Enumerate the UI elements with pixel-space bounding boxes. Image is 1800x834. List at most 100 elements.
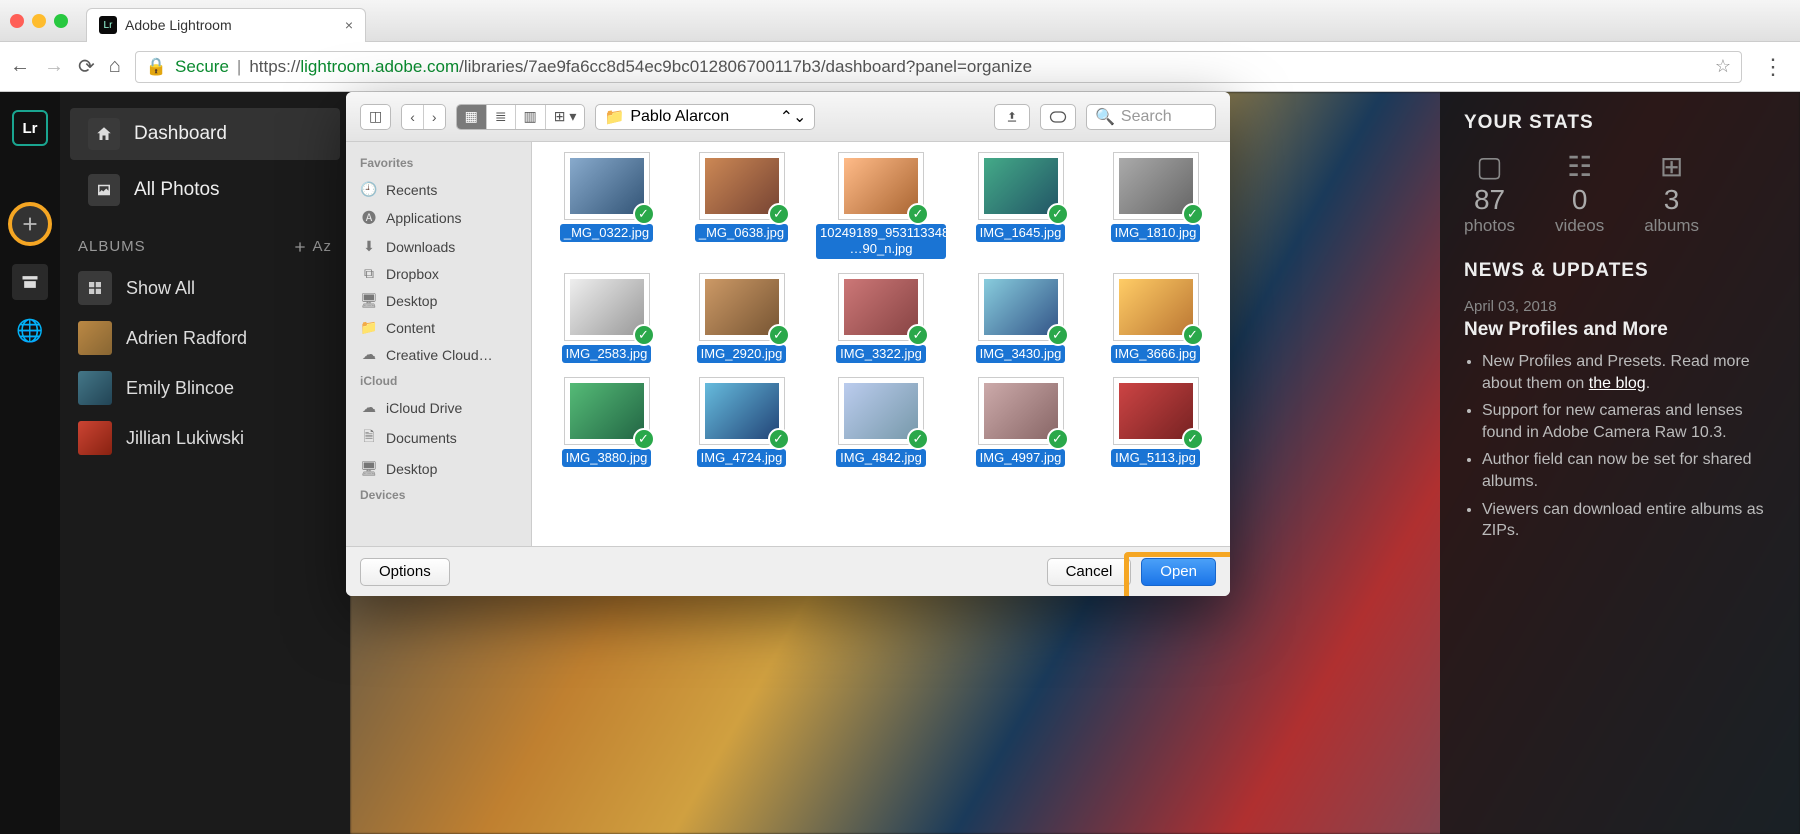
file-item[interactable]: ✓_MG_0638.jpg <box>681 152 802 259</box>
selected-check-icon: ✓ <box>907 203 929 225</box>
sidebar-item[interactable]: 📁Content <box>346 314 531 341</box>
path-dropdown[interactable]: 📁Pablo Alarcon ⌃⌄ <box>595 104 815 130</box>
selected-check-icon: ✓ <box>768 324 790 346</box>
sidebar-toggle[interactable]: ◫ <box>360 104 391 130</box>
tag-icon <box>1048 110 1068 124</box>
nav-dashboard[interactable]: Dashboard <box>70 108 340 160</box>
web-icon[interactable]: 🌐 <box>16 318 43 344</box>
sidebar-item-icon: ☁ <box>360 399 378 416</box>
url-text: https://lightroom.adobe.com/libraries/7a… <box>249 57 1032 77</box>
home-icon[interactable]: ⌂ <box>109 55 121 78</box>
close-window-button[interactable] <box>10 14 24 28</box>
view-mode-segment: ▦ ≣ ▥ ⊞ ▾ <box>456 104 586 130</box>
album-item[interactable]: Emily Blincoe <box>60 363 350 413</box>
cancel-button[interactable]: Cancel <box>1047 558 1132 586</box>
file-item[interactable]: ✓IMG_1810.jpg <box>1095 152 1216 259</box>
add-photos-button[interactable] <box>8 202 52 246</box>
file-name: IMG_4842.jpg <box>836 449 926 467</box>
dialog-search[interactable]: 🔍 Search <box>1086 104 1216 130</box>
sidebar-item[interactable]: 🖥Desktop <box>346 287 531 314</box>
nav-label: All Photos <box>134 179 220 201</box>
back-icon[interactable]: ← <box>10 55 30 78</box>
file-thumbnail: ✓ <box>1113 273 1199 341</box>
news-item: Viewers can download entire albums as ZI… <box>1482 499 1776 542</box>
gallery-view-button[interactable]: ⊞ ▾ <box>546 105 585 129</box>
tags-button[interactable] <box>1040 104 1076 130</box>
albums-sort-icon[interactable]: Az <box>292 238 332 255</box>
file-name: 10249189_953113348039…90_n.jpg <box>816 224 946 259</box>
open-button[interactable]: Open <box>1141 558 1216 586</box>
file-thumbnail: ✓ <box>978 377 1064 445</box>
file-item[interactable]: ✓IMG_3430.jpg <box>960 273 1081 363</box>
icon-view-button[interactable]: ▦ <box>457 105 487 129</box>
options-button[interactable]: Options <box>360 558 450 586</box>
devices-header: Devices <box>346 482 531 508</box>
file-item[interactable]: ✓IMG_5113.jpg <box>1095 377 1216 467</box>
album-thumb <box>78 421 112 455</box>
file-item[interactable]: ✓IMG_2583.jpg <box>546 273 667 363</box>
search-placeholder: Search <box>1121 108 1172 126</box>
selected-check-icon: ✓ <box>768 428 790 450</box>
album-item[interactable]: Jillian Lukiwski <box>60 413 350 463</box>
file-item[interactable]: ✓IMG_4724.jpg <box>681 377 802 467</box>
news-item: Support for new cameras and lenses found… <box>1482 400 1776 443</box>
bookmark-star-icon[interactable]: ☆ <box>1715 56 1731 77</box>
sidebar-item-label: Documents <box>386 430 457 446</box>
sidebar-item[interactable]: ⧉Dropbox <box>346 260 531 287</box>
share-button[interactable] <box>994 104 1030 130</box>
browser-toolbar: ← → ⟳ ⌂ 🔒 Secure | https://lightroom.ado… <box>0 42 1800 92</box>
file-item[interactable]: ✓IMG_1645.jpg <box>960 152 1081 259</box>
file-item[interactable]: ✓10249189_953113348039…90_n.jpg <box>816 152 946 259</box>
column-view-button[interactable]: ▥ <box>516 105 546 129</box>
selected-check-icon: ✓ <box>633 428 655 450</box>
selected-check-icon: ✓ <box>907 428 929 450</box>
file-item[interactable]: ✓IMG_3880.jpg <box>546 377 667 467</box>
file-item[interactable]: ✓IMG_4842.jpg <box>816 377 946 467</box>
selected-check-icon: ✓ <box>1047 324 1069 346</box>
sidebar-item[interactable]: 🅐Applications <box>346 203 531 233</box>
sidebar-item[interactable]: 🕘Recents <box>346 176 531 203</box>
file-item[interactable]: ✓IMG_4997.jpg <box>960 377 1081 467</box>
album-item[interactable]: Adrien Radford <box>60 313 350 363</box>
file-grid[interactable]: ✓_MG_0322.jpg✓_MG_0638.jpg✓10249189_9531… <box>532 142 1230 546</box>
sidebar-item-label: Desktop <box>386 293 437 309</box>
news-item: New Profiles and Presets. Read more abou… <box>1482 351 1776 394</box>
sidebar-item-icon: ⧉ <box>360 265 378 282</box>
file-name: IMG_4724.jpg <box>697 449 787 467</box>
reload-icon[interactable]: ⟳ <box>78 54 95 79</box>
sidebar-item-icon: 📁 <box>360 319 378 336</box>
sidebar-item-label: Creative Cloud… <box>386 347 493 363</box>
file-item[interactable]: ✓IMG_2920.jpg <box>681 273 802 363</box>
lightroom-favicon: Lr <box>99 16 117 34</box>
list-view-button[interactable]: ≣ <box>487 105 516 129</box>
album-label: Adrien Radford <box>126 328 247 349</box>
nav-all-photos[interactable]: All Photos <box>70 164 340 216</box>
news-link[interactable]: the blog <box>1589 375 1646 392</box>
album-show-all[interactable]: Show All <box>60 263 350 313</box>
minimize-window-button[interactable] <box>32 14 46 28</box>
close-tab-icon[interactable]: × <box>345 17 353 33</box>
share-icon <box>1005 110 1019 124</box>
browser-titlebar: Lr Adobe Lightroom × <box>0 0 1800 42</box>
file-thumbnail: ✓ <box>978 273 1064 341</box>
stats-header: YOUR STATS <box>1464 112 1776 134</box>
file-item[interactable]: ✓IMG_3322.jpg <box>816 273 946 363</box>
forward-button[interactable]: › <box>424 105 445 129</box>
sidebar-item[interactable]: 🖥Desktop <box>346 455 531 482</box>
address-bar[interactable]: 🔒 Secure | https://lightroom.adobe.com/l… <box>135 51 1742 83</box>
file-item[interactable]: ✓IMG_3666.jpg <box>1095 273 1216 363</box>
browser-menu-icon[interactable]: ⋮ <box>1756 54 1790 80</box>
lightroom-logo[interactable]: Lr <box>12 110 48 146</box>
archive-button[interactable] <box>12 264 48 300</box>
sidebar-item[interactable]: ☁iCloud Drive <box>346 394 531 421</box>
sidebar-item[interactable]: 🗎Documents <box>346 421 531 455</box>
maximize-window-button[interactable] <box>54 14 68 28</box>
sidebar-toggle-icon[interactable]: ◫ <box>361 105 390 129</box>
file-item[interactable]: ✓_MG_0322.jpg <box>546 152 667 259</box>
sidebar-item[interactable]: ⬇Downloads <box>346 233 531 260</box>
browser-tab[interactable]: Lr Adobe Lightroom × <box>86 8 366 42</box>
selected-check-icon: ✓ <box>1182 324 1204 346</box>
nav-back-forward: ‹ › <box>401 104 445 130</box>
back-button[interactable]: ‹ <box>402 105 424 129</box>
sidebar-item[interactable]: ☁Creative Cloud… <box>346 341 531 368</box>
